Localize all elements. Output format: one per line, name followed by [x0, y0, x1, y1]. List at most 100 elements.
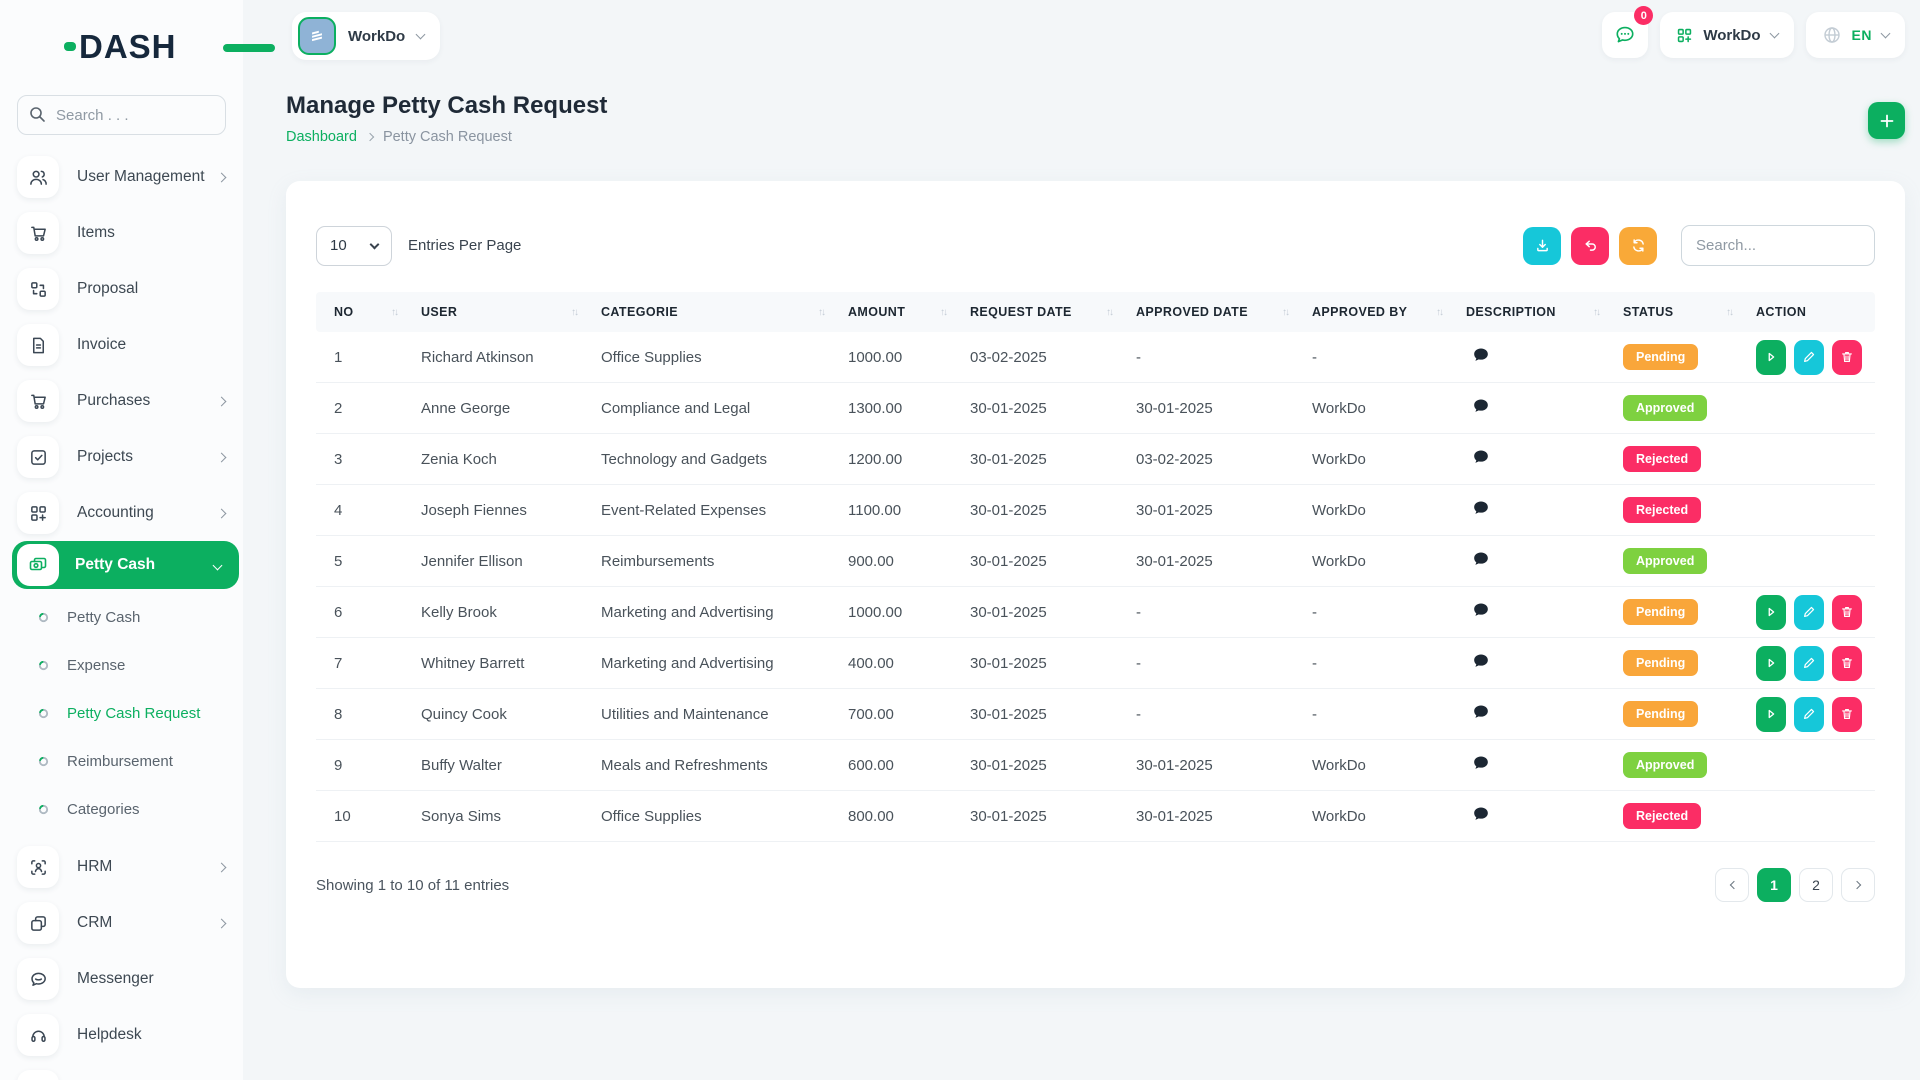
description-comment-icon[interactable] [1472, 652, 1490, 670]
reset-filter-button[interactable] [1571, 227, 1609, 265]
language-selector[interactable]: EN [1806, 12, 1905, 58]
entries-per-page-value: 10 [330, 237, 347, 254]
sidebar-item-accounting[interactable]: Accounting [0, 485, 243, 541]
sidebar-item-crm[interactable]: CRM [0, 895, 243, 951]
breadcrumb-dashboard-link[interactable]: Dashboard [286, 129, 357, 145]
pagination-page-1[interactable]: 1 [1757, 868, 1791, 902]
edit-button[interactable] [1794, 595, 1824, 630]
sidebar-item-hrm[interactable]: HRM [0, 839, 243, 895]
delete-button[interactable] [1832, 340, 1862, 375]
delete-button[interactable] [1832, 697, 1862, 732]
edit-button[interactable] [1794, 340, 1824, 375]
trash-icon [1840, 707, 1854, 721]
sidebar-subitem-petty-cash[interactable]: Petty Cash [0, 593, 243, 641]
sidebar-subitem-petty-cash-request[interactable]: Petty Cash Request [0, 689, 243, 737]
refresh-button[interactable] [1619, 227, 1657, 265]
sidebar-subitem-expense[interactable]: Expense [0, 641, 243, 689]
table-row: 9 Buffy Walter Meals and Refreshments 60… [316, 740, 1875, 791]
sort-icon[interactable]: ↑↓ [818, 307, 824, 318]
check-square-icon [17, 436, 59, 478]
sidebar-item-purchases[interactable]: Purchases [0, 373, 243, 429]
chevron-right-icon [217, 396, 227, 406]
column-header-status: STATUS [1623, 305, 1674, 319]
table-row: 6 Kelly Brook Marketing and Advertising … [316, 587, 1875, 638]
sort-icon[interactable]: ↑↓ [1726, 307, 1732, 318]
table-row: 7 Whitney Barrett Marketing and Advertis… [316, 638, 1875, 689]
sidebar-item-label: Projects [77, 448, 133, 466]
workspace-name: WorkDo [348, 28, 405, 45]
pagination-next-button[interactable] [1841, 868, 1875, 902]
chevron-left-icon [1729, 881, 1737, 889]
sidebar-search-input[interactable] [17, 95, 226, 135]
messages-button[interactable]: 0 [1602, 12, 1648, 58]
status-action-button[interactable] [1756, 340, 1786, 375]
description-comment-icon[interactable] [1472, 805, 1490, 823]
export-download-button[interactable] [1523, 227, 1561, 265]
delete-button[interactable] [1832, 595, 1862, 630]
chevron-down-icon [1881, 29, 1891, 39]
sort-icon[interactable]: ↑↓ [1436, 307, 1442, 318]
sort-icon[interactable]: ↑↓ [940, 307, 946, 318]
sidebar-item-user-management[interactable]: User Management [0, 149, 243, 205]
sidebar-item-petty-cash[interactable]: Petty Cash [12, 541, 239, 589]
table-search-input[interactable] [1681, 225, 1875, 266]
sidebar-item-settings[interactable]: Settings [0, 1063, 243, 1080]
description-comment-icon[interactable] [1472, 448, 1490, 466]
workspace-switcher[interactable]: WorkDo [292, 12, 440, 60]
pagination-page-2[interactable]: 2 [1799, 868, 1833, 902]
status-action-button[interactable] [1756, 697, 1786, 732]
pagination-prev-button[interactable] [1715, 868, 1749, 902]
chevron-down-icon [1769, 29, 1779, 39]
status-badge: Rejected [1623, 446, 1701, 472]
headset-icon [17, 1014, 59, 1056]
description-comment-icon[interactable] [1472, 550, 1490, 568]
sidebar-item-invoice[interactable]: Invoice [0, 317, 243, 373]
trash-icon [1840, 350, 1854, 364]
description-comment-icon[interactable] [1472, 754, 1490, 772]
bullet-icon [38, 612, 49, 623]
sidebar-item-projects[interactable]: Projects [0, 429, 243, 485]
sidebar-subitem-categories[interactable]: Categories [0, 785, 243, 833]
sort-icon[interactable]: ↑↓ [571, 307, 577, 318]
caret-right-icon [1764, 350, 1778, 364]
status-badge: Pending [1623, 599, 1698, 625]
column-header-request-date: REQUEST DATE [970, 305, 1072, 319]
sidebar-subitem-label: Expense [67, 657, 125, 674]
status-action-button[interactable] [1756, 646, 1786, 681]
description-comment-icon[interactable] [1472, 703, 1490, 721]
description-comment-icon[interactable] [1472, 601, 1490, 619]
edit-button[interactable] [1794, 646, 1824, 681]
edit-button[interactable] [1794, 697, 1824, 732]
sidebar-item-helpdesk[interactable]: Helpdesk [0, 1007, 243, 1063]
person-focus-icon [17, 846, 59, 888]
sidebar: DASH User Management Items Proposal [0, 0, 243, 1080]
sidebar-item-messenger[interactable]: Messenger [0, 951, 243, 1007]
description-comment-icon[interactable] [1472, 499, 1490, 517]
status-action-button[interactable] [1756, 595, 1786, 630]
pencil-icon [1802, 707, 1816, 721]
table-row: 1 Richard Atkinson Office Supplies 1000.… [316, 332, 1875, 383]
sort-icon[interactable]: ↑↓ [391, 307, 397, 318]
sort-icon[interactable]: ↑↓ [1282, 307, 1288, 318]
description-comment-icon[interactable] [1472, 397, 1490, 415]
sort-icon[interactable]: ↑↓ [1593, 307, 1599, 318]
sidebar-subitem-label: Petty Cash Request [67, 705, 200, 722]
description-comment-icon[interactable] [1472, 346, 1490, 364]
brand-logo[interactable]: DASH [64, 30, 243, 63]
column-header-approved-by: APPROVED BY [1312, 305, 1407, 319]
sidebar-item-proposal[interactable]: Proposal [0, 261, 243, 317]
bullet-icon [38, 708, 49, 719]
sidebar-item-items[interactable]: Items [0, 205, 243, 261]
proposal-icon [17, 268, 59, 310]
sidebar-subitem-label: Categories [67, 801, 140, 818]
status-badge: Rejected [1623, 803, 1701, 829]
entries-per-page-select[interactable]: 10 [316, 226, 392, 266]
grid-plus-icon [17, 492, 59, 534]
sort-icon[interactable]: ↑↓ [1106, 307, 1112, 318]
sidebar-item-label: Accounting [77, 504, 154, 522]
account-menu[interactable]: WorkDo [1660, 12, 1793, 58]
sidebar-subitem-reimbursement[interactable]: Reimbursement [0, 737, 243, 785]
table-row: 4 Joseph Fiennes Event-Related Expenses … [316, 485, 1875, 536]
create-request-button[interactable] [1868, 102, 1905, 139]
delete-button[interactable] [1832, 646, 1862, 681]
